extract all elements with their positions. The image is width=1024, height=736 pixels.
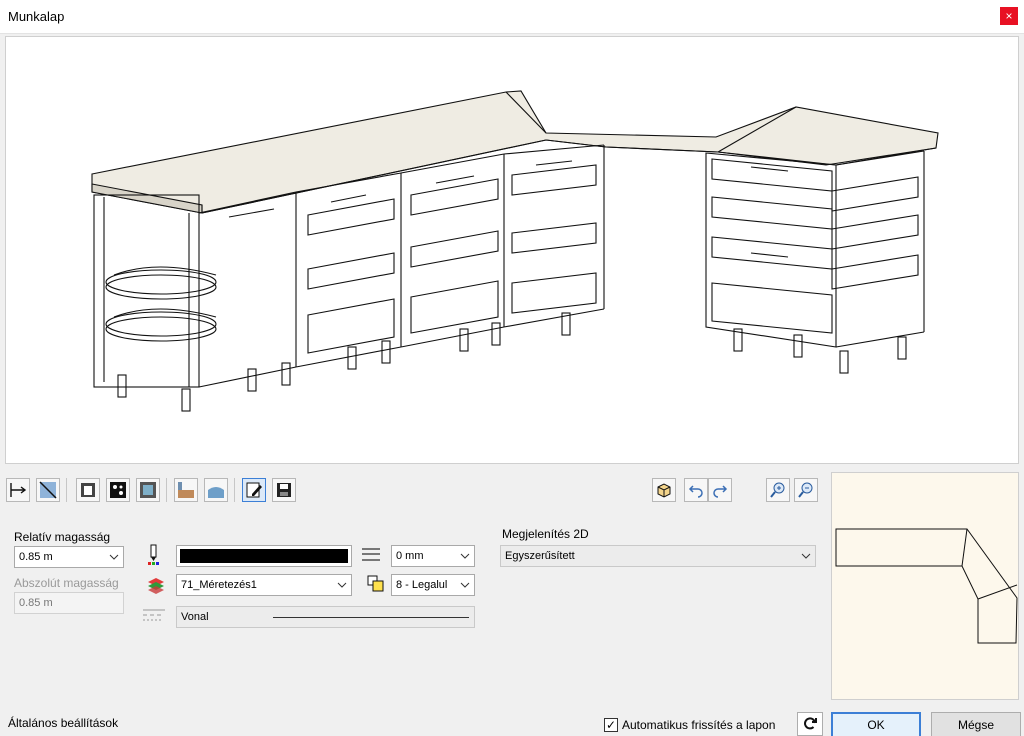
cube-icon[interactable] <box>652 478 676 502</box>
undo-icon[interactable] <box>684 478 708 502</box>
cancel-button[interactable]: Mégse <box>931 712 1021 736</box>
close-button[interactable]: × <box>1000 7 1018 25</box>
display-2d-value: Egyszerűsített <box>505 550 575 562</box>
chevron-down-icon <box>460 582 470 588</box>
toolbar-separator <box>234 478 235 502</box>
layer-select[interactable]: 71_Méretezés1 <box>176 574 352 596</box>
draw-order-icon <box>367 575 384 592</box>
save-icon[interactable] <box>272 478 296 502</box>
abs-height-label: Abszolút magasság <box>14 576 119 590</box>
zoom-out-icon[interactable] <box>794 478 818 502</box>
chevron-down-icon <box>801 553 811 559</box>
front-view-icon[interactable] <box>76 478 100 502</box>
properties-panel: Relatív magasság 0.85 m Abszolút magassá… <box>5 514 825 702</box>
frame-icon[interactable] <box>136 478 160 502</box>
draw-order-value: 8 - Legalul <box>396 579 448 591</box>
ok-button[interactable]: OK <box>831 712 921 736</box>
line-type-icon <box>143 609 165 621</box>
rel-height-select[interactable]: 0.85 m <box>14 546 124 568</box>
texture-icon[interactable] <box>106 478 130 502</box>
layer-value: 71_Méretezés1 <box>181 579 257 591</box>
chevron-down-icon <box>109 554 119 560</box>
draw-order-select[interactable]: 8 - Legalul <box>391 574 475 596</box>
line-width-value: 0 mm <box>396 550 424 562</box>
rel-height-label: Relatív magasság <box>14 530 111 544</box>
window-title: Munkalap <box>8 9 65 24</box>
auto-refresh-label: Automatikus frissítés a lapon <box>622 718 776 732</box>
display-2d-label: Megjelenítés 2D <box>502 527 589 541</box>
abs-height-value: 0.85 m <box>19 597 53 609</box>
line-color-select[interactable] <box>176 545 352 567</box>
refresh-icon <box>804 717 817 730</box>
diagonal-icon[interactable] <box>36 478 60 502</box>
profile-icon[interactable] <box>204 478 228 502</box>
edit-icon[interactable] <box>242 478 266 502</box>
rel-height-value: 0.85 m <box>19 551 53 563</box>
3d-viewport[interactable] <box>5 36 1019 464</box>
title-bar: Munkalap × <box>0 0 1024 34</box>
line-width-select[interactable]: 0 mm <box>391 545 475 567</box>
countertop-3d-model <box>91 90 939 412</box>
toolbar-separator <box>166 478 167 502</box>
line-type-select[interactable]: Vonal <box>176 606 475 628</box>
line-width-icon <box>362 548 380 561</box>
abs-height-field: 0.85 m <box>14 592 124 614</box>
dimension-icon[interactable] <box>6 478 30 502</box>
zoom-in-icon[interactable] <box>766 478 790 502</box>
pen-icon <box>148 544 159 565</box>
layer-icon <box>148 578 164 594</box>
line-type-preview <box>273 617 469 618</box>
hatch-icon[interactable] <box>174 478 198 502</box>
refresh-button[interactable] <box>797 712 823 736</box>
2d-preview <box>831 472 1019 700</box>
display-2d-select[interactable]: Egyszerűsített <box>500 545 816 567</box>
general-settings-label: Általános beállítások <box>8 716 119 730</box>
countertop-2d-outline <box>835 528 1018 644</box>
line-color-swatch <box>180 549 348 563</box>
line-type-value: Vonal <box>181 611 209 623</box>
auto-refresh-checkbox[interactable]: ✓ <box>604 718 618 732</box>
redo-icon[interactable] <box>708 478 732 502</box>
toolbar-separator <box>66 478 67 502</box>
chevron-down-icon <box>337 582 347 588</box>
chevron-down-icon <box>460 553 470 559</box>
